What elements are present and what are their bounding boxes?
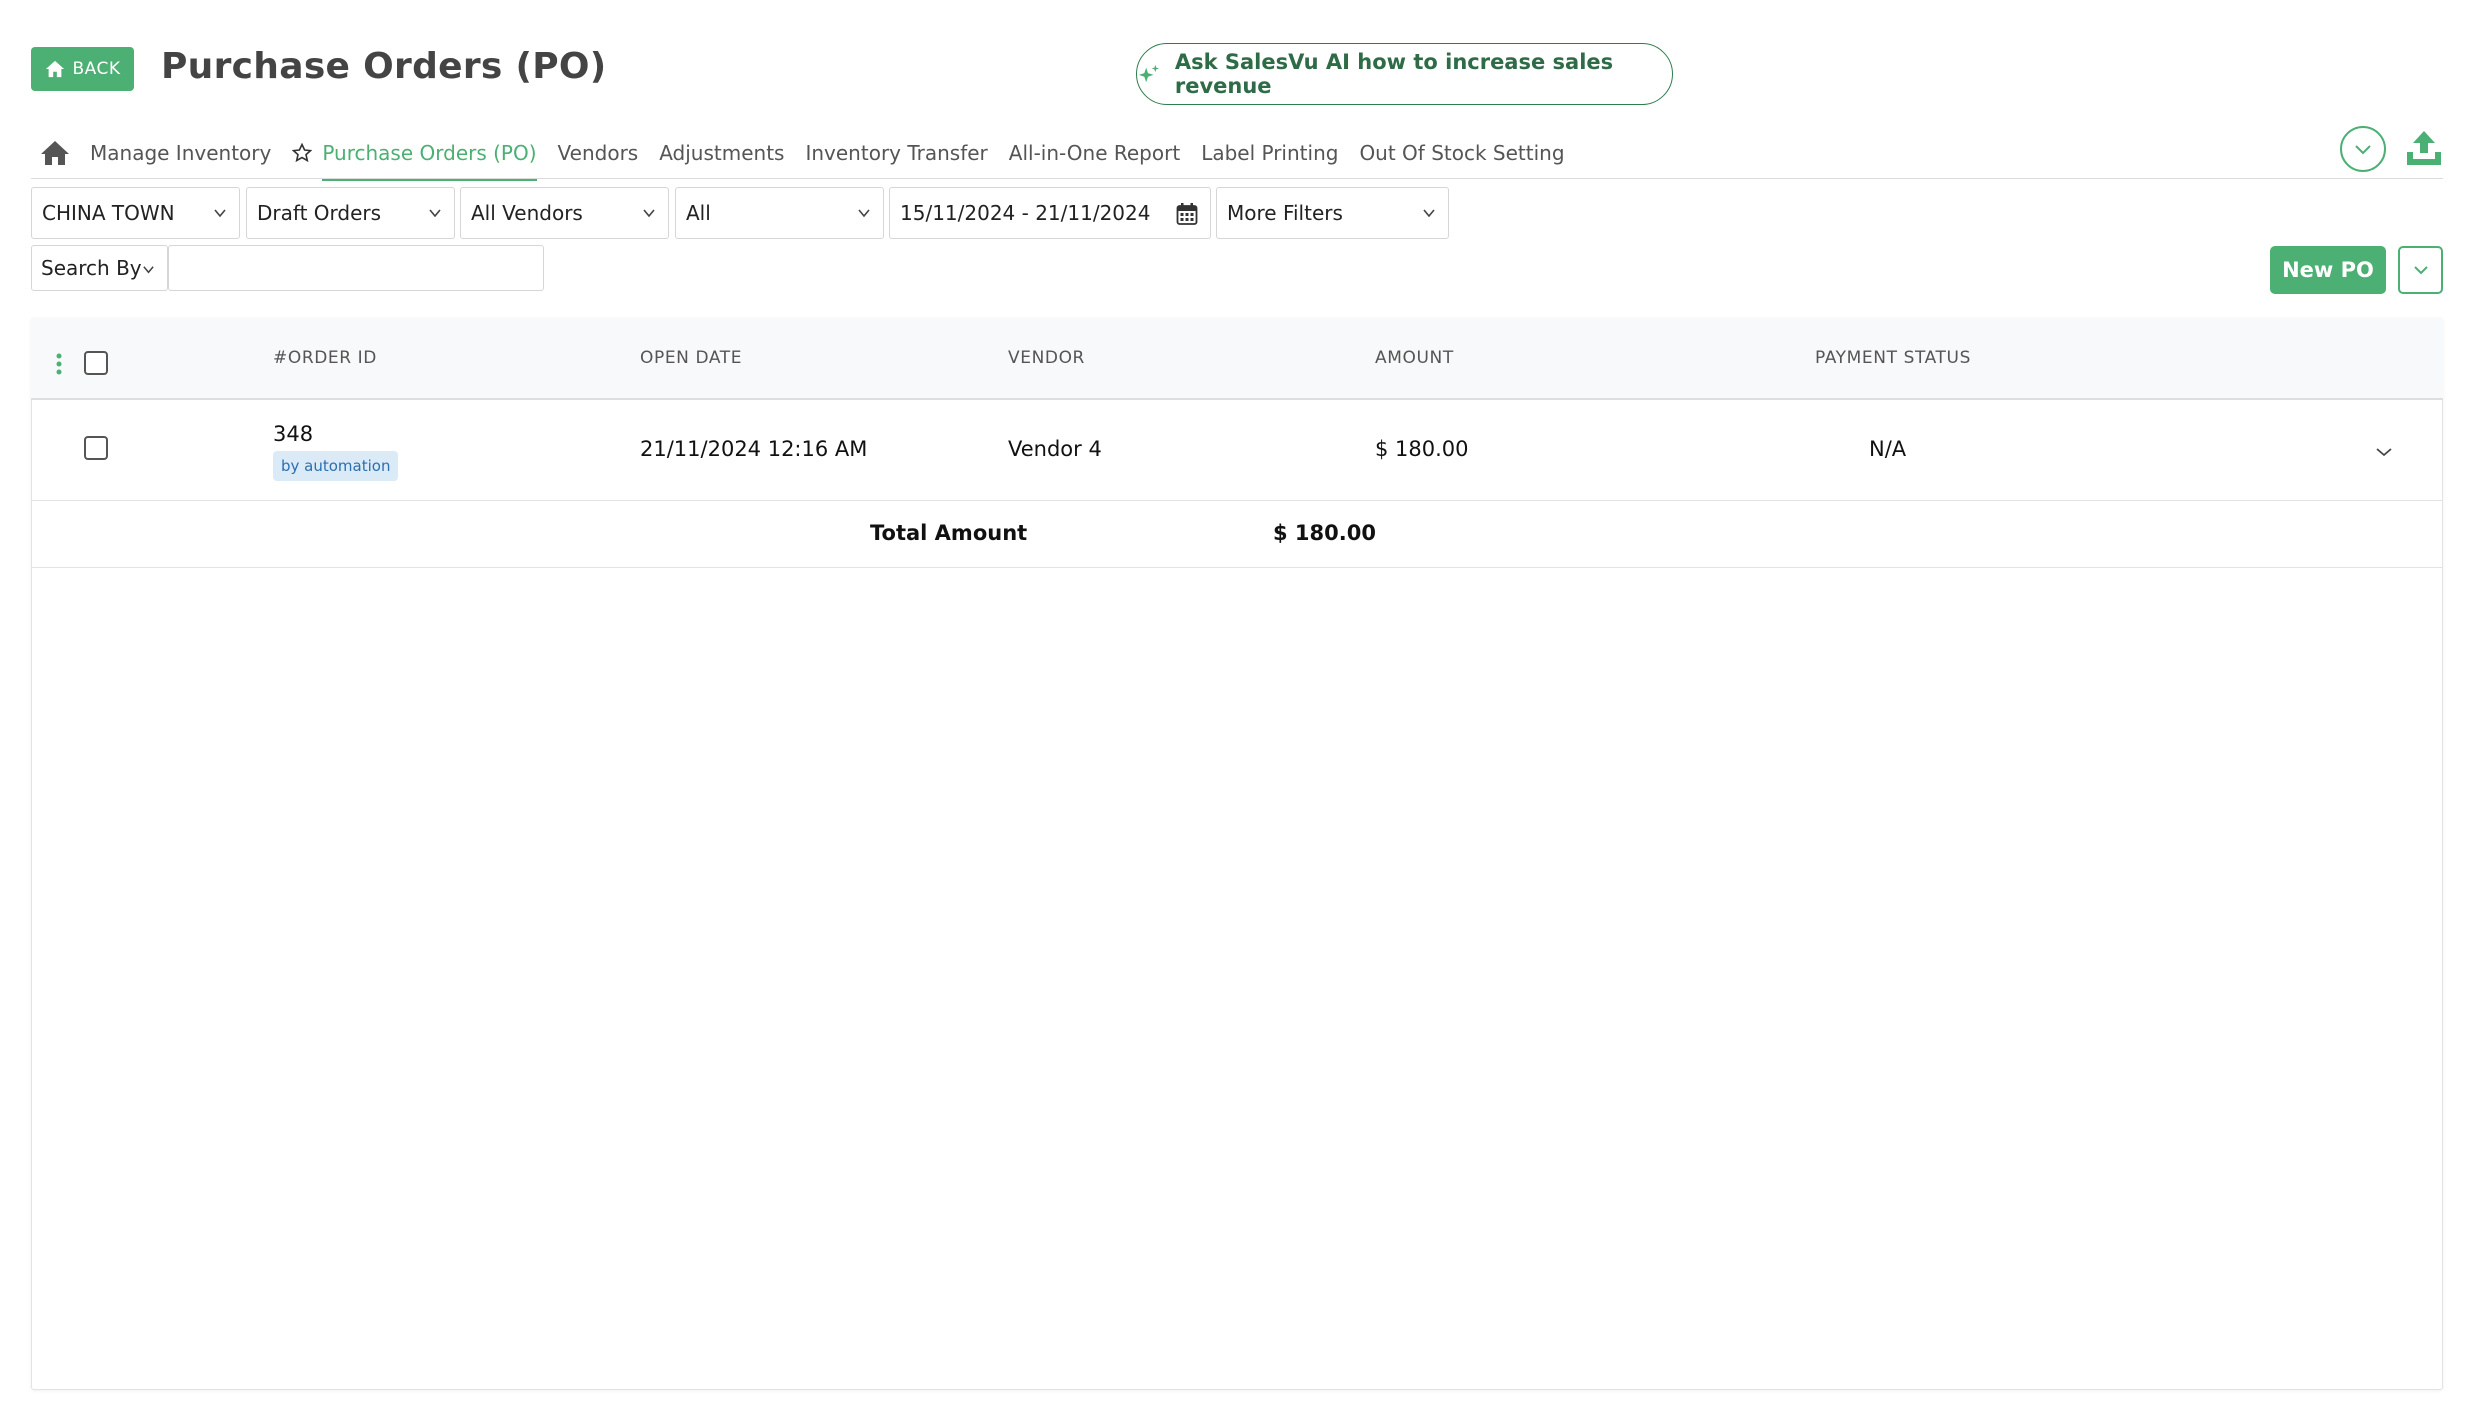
nav-item-manage-inventory[interactable]: Manage Inventory [90, 128, 271, 178]
ask-ai-button[interactable]: Ask SalesVu AI how to increase sales rev… [1136, 43, 1673, 105]
nav-item-purchase-orders[interactable]: Purchase Orders (PO) [322, 128, 537, 181]
total-amount-value: $ 180.00 [1273, 521, 1376, 545]
home-icon[interactable] [40, 139, 70, 167]
column-settings-icon[interactable] [56, 352, 62, 376]
automation-badge: by automation [273, 451, 399, 481]
search-by-label: Search By [41, 256, 142, 280]
order-id-cell[interactable]: 348 [273, 422, 313, 446]
search-by-select[interactable]: Search By [31, 245, 168, 291]
ask-ai-label: Ask SalesVu AI how to increase sales rev… [1174, 50, 1614, 98]
chevron-down-icon [429, 209, 441, 218]
nav-item-inventory-transfer[interactable]: Inventory Transfer [805, 128, 987, 178]
search-input[interactable] [168, 245, 544, 291]
column-header-open-date[interactable]: OPEN DATE [640, 348, 742, 368]
nav-item-adjustments[interactable]: Adjustments [659, 128, 784, 178]
nav-item-all-in-one-report[interactable]: All-in-One Report [1009, 128, 1180, 178]
location-select[interactable]: CHINA TOWN [31, 187, 240, 239]
calendar-icon [1176, 203, 1198, 225]
sparkle-icon [1138, 64, 1160, 83]
order-type-select[interactable]: Draft Orders [246, 187, 455, 239]
chevron-down-icon [143, 266, 154, 274]
date-range-value: 15/11/2024 - 21/11/2024 [900, 201, 1151, 225]
vendor-select-value: All Vendors [471, 201, 583, 225]
row-checkbox[interactable] [84, 436, 108, 460]
amount-cell: $ 180.00 [1375, 437, 1469, 461]
nav-divider [31, 178, 2443, 179]
upload-icon[interactable] [2404, 128, 2444, 168]
location-select-value: CHINA TOWN [42, 201, 175, 225]
back-button-label: BACK [72, 59, 121, 79]
collapse-toggle-button[interactable] [2340, 126, 2386, 172]
open-date-cell: 21/11/2024 12:16 AM [640, 437, 868, 461]
inventory-nav: Manage Inventory Purchase Orders (PO) Ve… [40, 128, 1586, 181]
column-header-amount[interactable]: AMOUNT [1375, 348, 1454, 368]
more-filters-select[interactable]: More Filters [1216, 187, 1449, 239]
new-po-button[interactable]: New PO [2270, 246, 2386, 294]
payment-status-cell: N/A [1869, 437, 1907, 461]
status-select-value: All [686, 201, 711, 225]
new-po-dropdown-button[interactable] [2398, 246, 2443, 294]
total-amount-label: Total Amount [870, 521, 1028, 545]
table-header [31, 318, 2443, 400]
column-header-order-id[interactable]: #ORDER ID [273, 348, 377, 368]
page-title: Purchase Orders (PO) [161, 46, 607, 87]
chevron-down-icon [214, 209, 226, 218]
chevron-down-icon [858, 209, 870, 218]
chevron-down-icon [1423, 209, 1435, 218]
nav-item-out-of-stock-setting[interactable]: Out Of Stock Setting [1359, 128, 1564, 178]
star-icon[interactable] [292, 143, 313, 163]
chevron-down-icon [643, 209, 655, 218]
vendor-cell: Vendor 4 [1008, 437, 1102, 461]
nav-item-vendors[interactable]: Vendors [558, 128, 639, 178]
select-all-checkbox[interactable] [84, 351, 108, 375]
row-divider [31, 500, 2443, 501]
chevron-down-icon [2413, 266, 2428, 275]
order-type-select-value: Draft Orders [257, 201, 382, 225]
nav-item-label-printing[interactable]: Label Printing [1201, 128, 1338, 178]
vendor-select[interactable]: All Vendors [460, 187, 669, 239]
column-header-payment-status[interactable]: PAYMENT STATUS [1815, 348, 1971, 368]
expand-row-icon[interactable] [2374, 444, 2394, 460]
status-select[interactable]: All [675, 187, 884, 239]
column-header-vendor[interactable]: VENDOR [1008, 348, 1085, 368]
home-icon [46, 60, 65, 78]
total-divider [31, 567, 2443, 568]
more-filters-label: More Filters [1227, 201, 1343, 225]
date-range-picker[interactable]: 15/11/2024 - 21/11/2024 [889, 187, 1211, 239]
back-button[interactable]: BACK [31, 47, 134, 91]
chevron-down-icon [2355, 145, 2371, 155]
